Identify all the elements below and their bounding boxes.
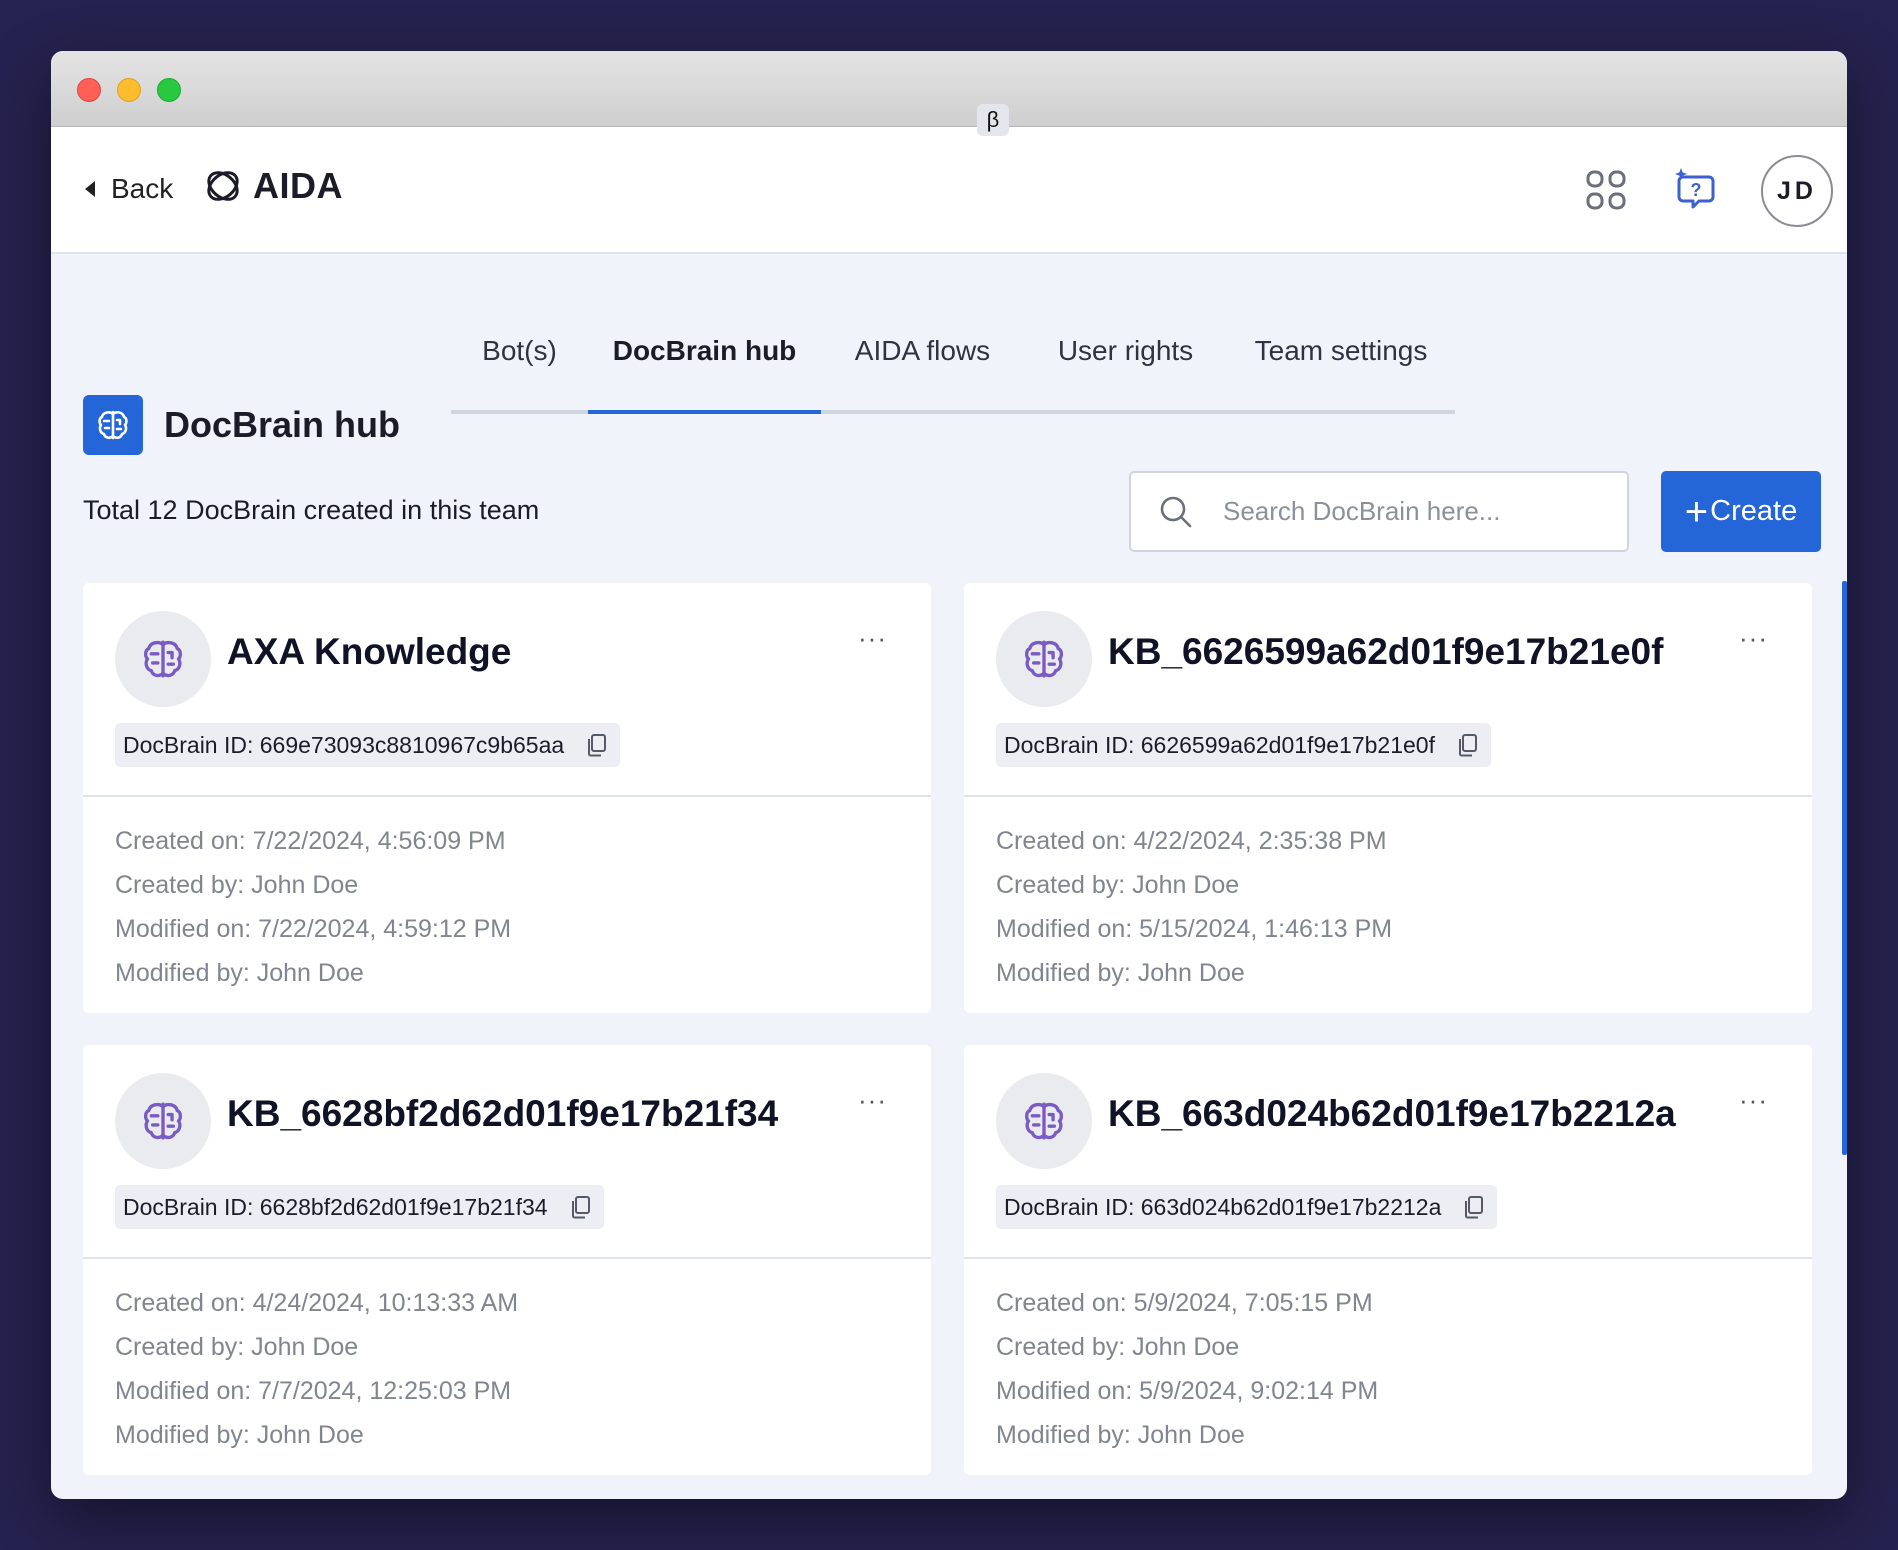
- docbrain-icon: [83, 395, 143, 455]
- card-meta: Created on: 5/9/2024, 7:05:15 PM Created…: [964, 1259, 1812, 1463]
- copy-icon[interactable]: [1463, 1195, 1485, 1219]
- modified-on: Modified on: 5/9/2024, 9:02:14 PM: [996, 1377, 1379, 1405]
- card-meta: Created on: 4/22/2024, 2:35:38 PM Create…: [964, 797, 1812, 1001]
- modified-on: Modified on: 7/22/2024, 4:59:12 PM: [115, 915, 512, 943]
- card-meta: Created on: 7/22/2024, 4:56:09 PM Create…: [83, 797, 931, 1001]
- copy-icon[interactable]: [1457, 733, 1479, 757]
- title-bar: [51, 51, 1847, 127]
- beta-badge: β: [977, 104, 1009, 136]
- svg-text:?: ?: [1691, 180, 1702, 200]
- docbrain-id: DocBrain ID: 6628bf2d62d01f9e17b21f34: [123, 1193, 548, 1220]
- tab-bots[interactable]: Bot(s): [451, 287, 588, 414]
- docbrain-id-chip: DocBrain ID: 663d024b62d01f9e17b2212a: [996, 1185, 1498, 1229]
- card-header: KB_6626599a62d01f9e17b21e0f ··· DocBrain…: [964, 583, 1812, 797]
- created-by: Created by: John Doe: [996, 871, 1240, 899]
- search-input[interactable]: [1223, 496, 1613, 527]
- brand-name: AIDA: [253, 165, 343, 206]
- card-header: KB_663d024b62d01f9e17b2212a ··· DocBrain…: [964, 1045, 1812, 1259]
- apps-grid-button[interactable]: [1585, 169, 1627, 216]
- modified-by: Modified by: John Doe: [996, 959, 1245, 987]
- brand: AIDA: [203, 165, 343, 207]
- tab-docbrain-hub[interactable]: DocBrain hub: [588, 287, 821, 414]
- copy-icon[interactable]: [586, 733, 608, 757]
- more-horizontal-icon[interactable]: ···: [1739, 625, 1768, 651]
- back-button[interactable]: Back: [85, 173, 173, 205]
- card-title[interactable]: KB_6628bf2d62d01f9e17b21f34: [227, 1093, 778, 1135]
- card-title[interactable]: KB_663d024b62d01f9e17b2212a: [1108, 1093, 1676, 1135]
- page-title: DocBrain hub: [164, 404, 401, 445]
- modified-by: Modified by: John Doe: [996, 1421, 1245, 1449]
- tab-team-settings[interactable]: Team settings: [1227, 287, 1455, 414]
- tab-aida-flows[interactable]: AIDA flows: [821, 287, 1024, 414]
- active-tab-indicator: [588, 410, 821, 414]
- created-on: Created on: 7/22/2024, 4:56:09 PM: [115, 827, 506, 855]
- caret-left-icon: [85, 181, 95, 197]
- docbrain-id-chip: DocBrain ID: 6626599a62d01f9e17b21e0f: [996, 723, 1491, 767]
- plus-icon: +: [1684, 489, 1709, 534]
- docbrain-card[interactable]: KB_6628bf2d62d01f9e17b21f34 ··· DocBrain…: [83, 1045, 931, 1475]
- card-title[interactable]: AXA Knowledge: [227, 631, 511, 673]
- close-window-button[interactable]: [77, 78, 101, 102]
- created-by: Created by: John Doe: [996, 1333, 1240, 1361]
- maximize-window-button[interactable]: [157, 78, 181, 102]
- create-button[interactable]: + Create: [1661, 471, 1821, 552]
- tab-user-rights[interactable]: User rights: [1024, 287, 1227, 414]
- modified-by: Modified by: John Doe: [115, 1421, 364, 1449]
- docbrain-icon: [996, 611, 1092, 707]
- create-button-label: Create: [1710, 495, 1798, 527]
- more-horizontal-icon[interactable]: ···: [858, 1087, 887, 1113]
- created-on: Created on: 4/22/2024, 2:35:38 PM: [996, 827, 1387, 855]
- card-meta: Created on: 4/24/2024, 10:13:33 AM Creat…: [83, 1259, 931, 1463]
- created-on: Created on: 4/24/2024, 10:13:33 AM: [115, 1289, 519, 1317]
- minimize-window-button[interactable]: [117, 78, 141, 102]
- docbrain-icon: [115, 1073, 211, 1169]
- card-header: AXA Knowledge ··· DocBrain ID: 669e73093…: [83, 583, 931, 797]
- total-count-text: Total 12 DocBrain created in this team: [83, 495, 540, 525]
- modified-by: Modified by: John Doe: [115, 959, 364, 987]
- docbrain-id: DocBrain ID: 669e73093c8810967c9b65aa: [123, 731, 565, 758]
- user-avatar[interactable]: JD: [1761, 155, 1833, 227]
- aida-logo-icon: [207, 171, 239, 201]
- back-label: Back: [111, 173, 174, 204]
- docbrain-icon: [996, 1073, 1092, 1169]
- docbrain-card[interactable]: KB_663d024b62d01f9e17b2212a ··· DocBrain…: [964, 1045, 1812, 1475]
- modified-on: Modified on: 5/15/2024, 1:46:13 PM: [996, 915, 1393, 943]
- docbrain-id-chip: DocBrain ID: 6628bf2d62d01f9e17b21f34: [115, 1185, 604, 1229]
- help-button[interactable]: ?: [1673, 167, 1719, 218]
- help-sparkle-icon: ?: [1675, 168, 1715, 209]
- card-header: KB_6628bf2d62d01f9e17b21f34 ··· DocBrain…: [83, 1045, 931, 1259]
- docbrain-id: DocBrain ID: 6626599a62d01f9e17b21e0f: [1004, 731, 1435, 758]
- docbrain-card[interactable]: AXA Knowledge ··· DocBrain ID: 669e73093…: [83, 583, 931, 1013]
- card-title[interactable]: KB_6626599a62d01f9e17b21e0f: [1108, 631, 1663, 673]
- apps-grid-icon: [1586, 170, 1626, 210]
- search-box: [1129, 471, 1629, 552]
- docbrain-id: DocBrain ID: 663d024b62d01f9e17b2212a: [1004, 1193, 1442, 1220]
- modified-on: Modified on: 7/7/2024, 12:25:03 PM: [115, 1377, 512, 1405]
- created-on: Created on: 5/9/2024, 7:05:15 PM: [996, 1289, 1373, 1317]
- more-horizontal-icon[interactable]: ···: [1739, 1087, 1768, 1113]
- docbrain-id-chip: DocBrain ID: 669e73093c8810967c9b65aa: [115, 723, 621, 767]
- search-icon: [1159, 495, 1193, 529]
- section-header: DocBrain hub: [83, 395, 400, 455]
- scrollbar[interactable]: [1842, 581, 1847, 1155]
- created-by: Created by: John Doe: [115, 1333, 359, 1361]
- docbrain-card[interactable]: KB_6626599a62d01f9e17b21e0f ··· DocBrain…: [964, 583, 1812, 1013]
- app-header: Back AIDA ? JD: [51, 127, 1847, 254]
- created-by: Created by: John Doe: [115, 871, 359, 899]
- more-horizontal-icon[interactable]: ···: [858, 625, 887, 651]
- app-window: Back AIDA ? JD Bot(s) DocBrain hub AIDA …: [51, 51, 1847, 1499]
- tab-bar: Bot(s) DocBrain hub AIDA flows User righ…: [451, 287, 1455, 414]
- docbrain-icon: [115, 611, 211, 707]
- copy-icon[interactable]: [570, 1195, 592, 1219]
